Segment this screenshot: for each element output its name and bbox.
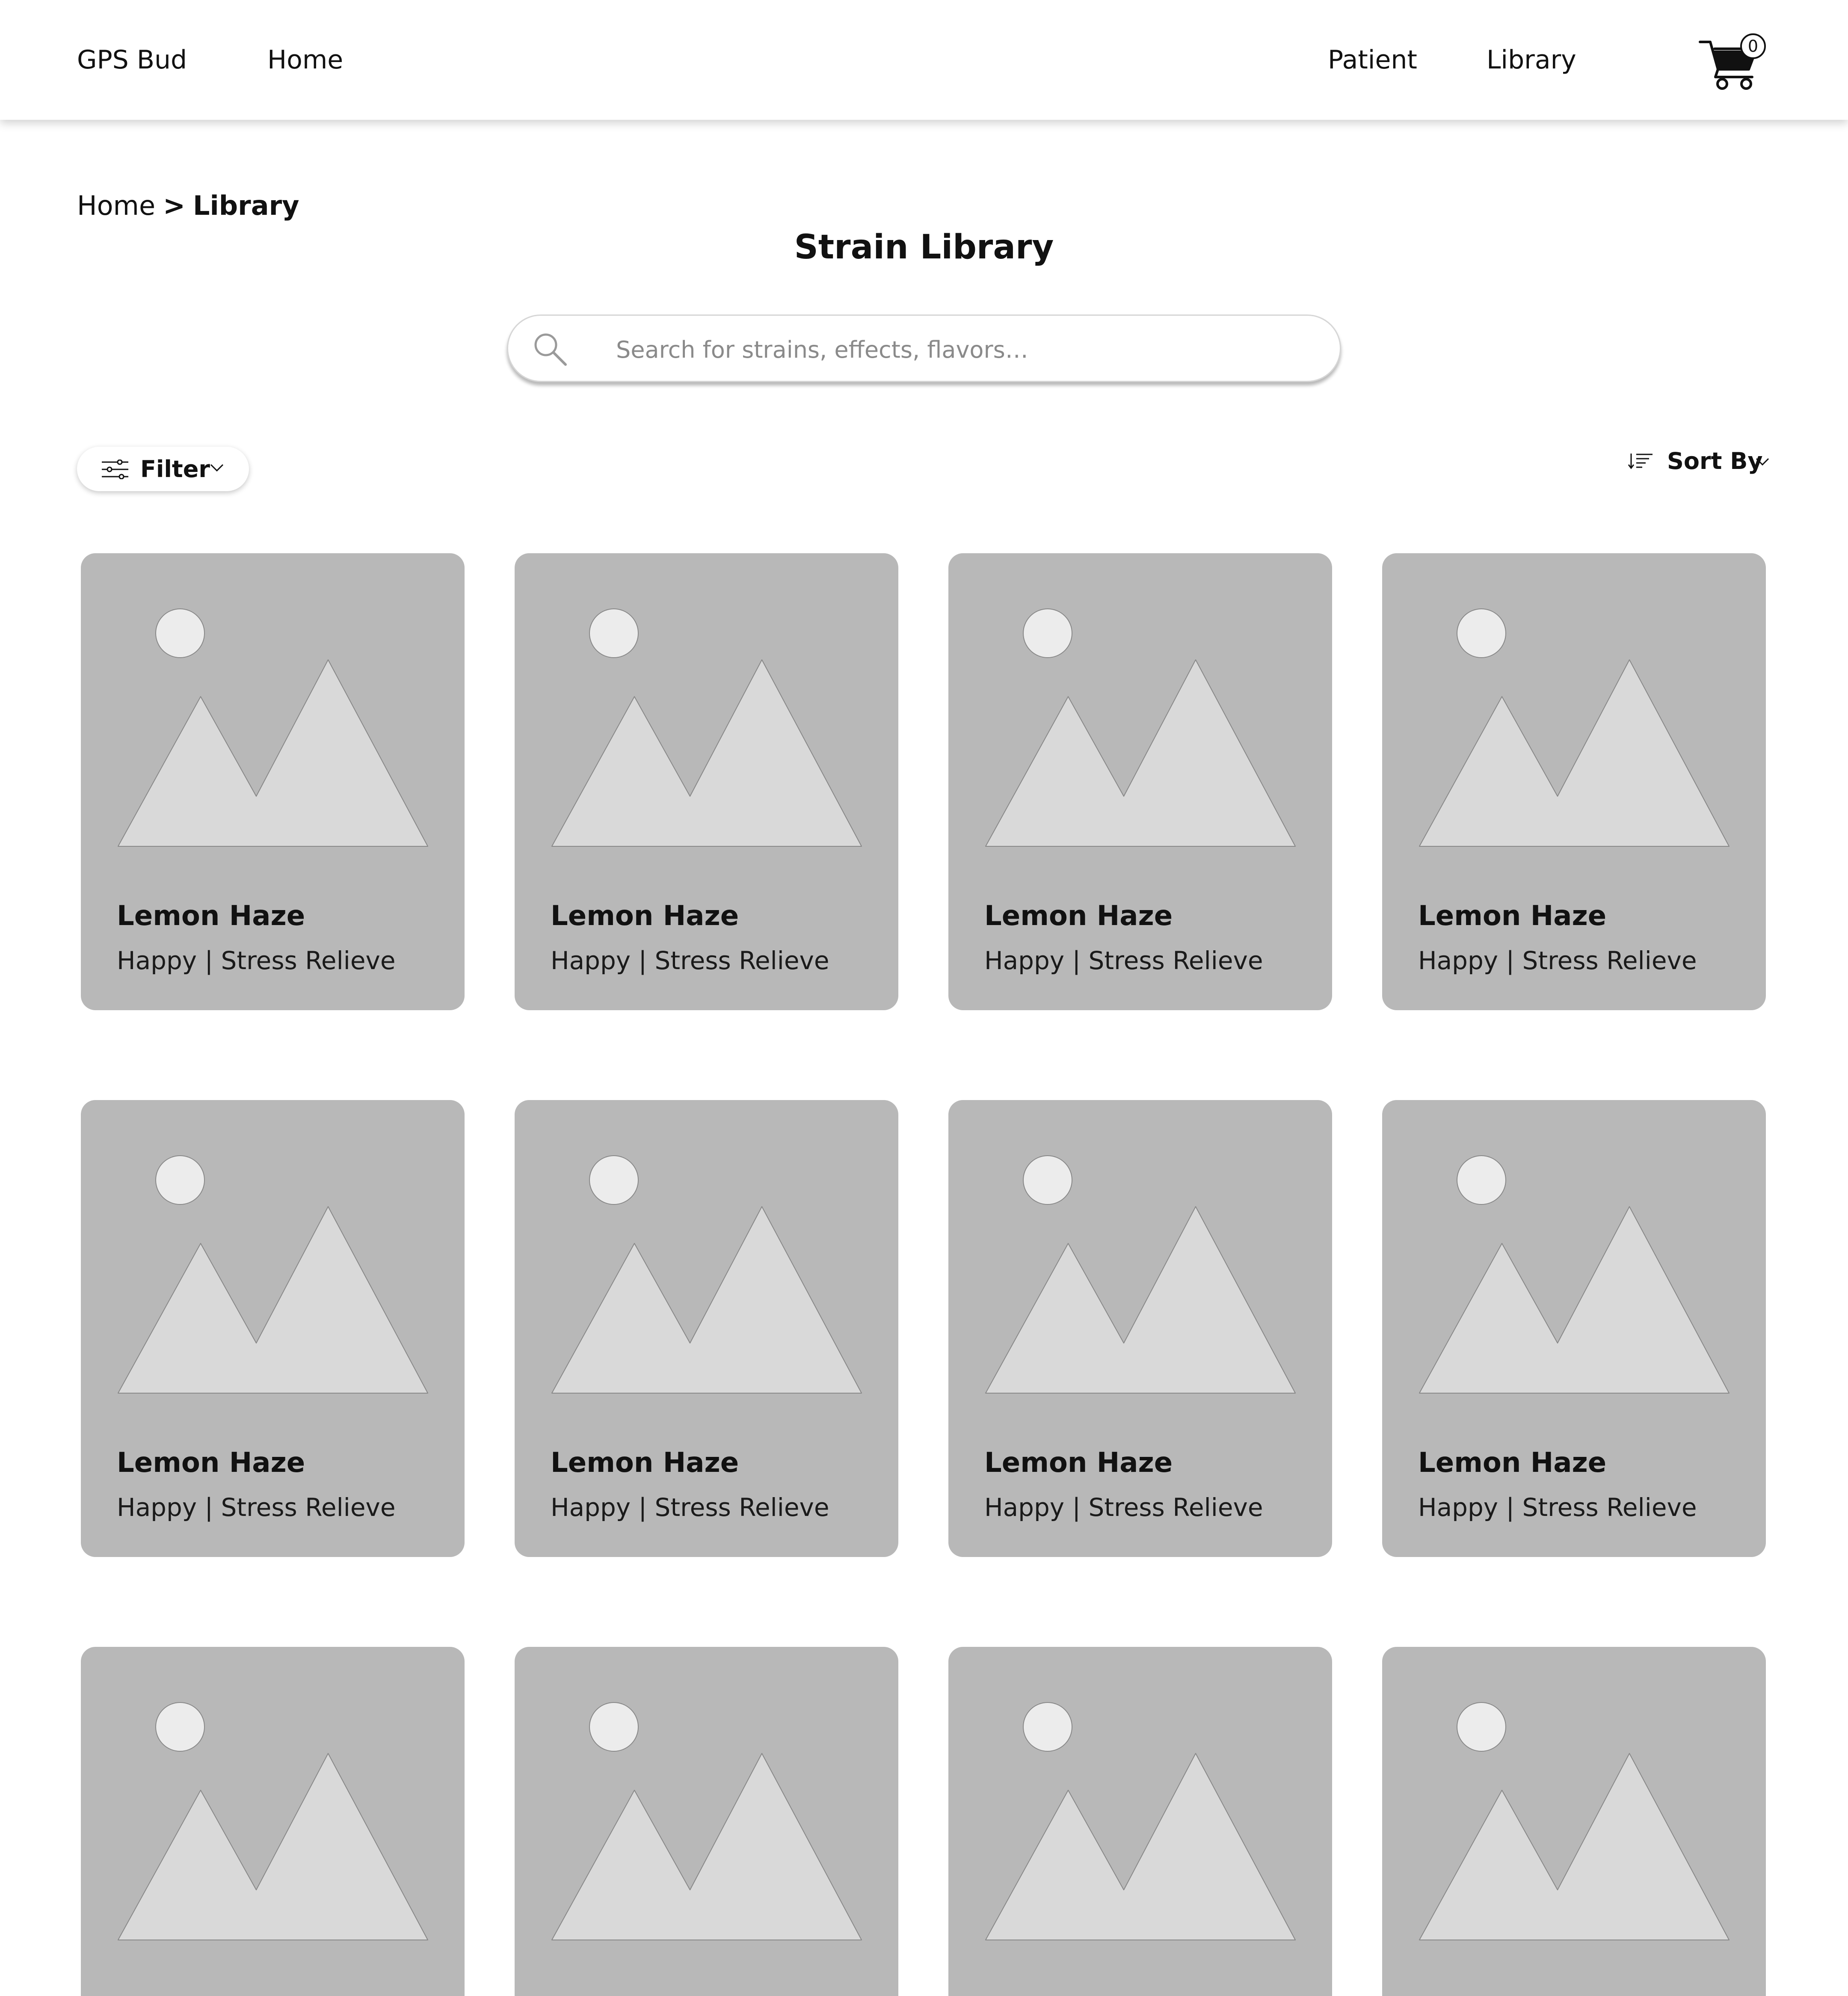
strain-name: Lemon Haze	[551, 1447, 739, 1479]
strain-card[interactable]: Lemon Haze Happy | Stress Relieve	[81, 1100, 465, 1557]
cart-count-badge: 0	[1740, 33, 1766, 59]
breadcrumb: Home > Library	[77, 187, 299, 224]
strain-card[interactable]	[948, 1647, 1332, 1996]
strain-name: Lemon Haze	[117, 900, 305, 932]
top-nav-bar: GPS Bud Home Patient Library 0	[0, 0, 1848, 120]
strain-name: Lemon Haze	[1418, 900, 1607, 932]
sort-button[interactable]: Sort By	[1628, 445, 1773, 479]
strain-effects: Happy | Stress Relieve	[984, 946, 1263, 975]
sort-label: Sort By	[1667, 448, 1763, 475]
strain-effects: Happy | Stress Relieve	[984, 1493, 1263, 1522]
nav-link-home[interactable]: Home	[267, 41, 343, 79]
image-placeholder-icon	[118, 608, 428, 847]
strain-name: Lemon Haze	[117, 1447, 305, 1479]
image-placeholder-icon	[551, 1702, 862, 1940]
breadcrumb-home-link[interactable]: Home	[77, 190, 155, 221]
nav-link-patient[interactable]: Patient	[1328, 41, 1417, 79]
strain-effects: Happy | Stress Relieve	[117, 1493, 396, 1522]
strain-card[interactable]: Lemon Haze Happy | Stress Relieve	[948, 553, 1332, 1010]
image-placeholder-icon	[118, 1702, 428, 1940]
strain-effects: Happy | Stress Relieve	[551, 946, 829, 975]
strain-name: Lemon Haze	[1418, 1447, 1607, 1479]
image-placeholder-icon	[1419, 608, 1730, 847]
sliders-icon	[102, 460, 128, 479]
image-placeholder-icon	[985, 1702, 1296, 1940]
image-placeholder-icon	[551, 1155, 862, 1394]
chevron-down-icon	[1756, 458, 1769, 466]
search-icon	[534, 333, 567, 366]
strain-card[interactable]: Lemon Haze Happy | Stress Relieve	[81, 553, 465, 1010]
chevron-down-icon	[210, 464, 224, 472]
search-bar	[507, 314, 1341, 382]
sort-icon	[1628, 454, 1653, 469]
image-placeholder-icon	[1419, 1702, 1730, 1940]
strain-name: Lemon Haze	[984, 1447, 1173, 1479]
brand-logo[interactable]: GPS Bud	[77, 41, 187, 79]
strain-card[interactable]: Lemon Haze Happy | Stress Relieve	[1382, 1100, 1766, 1557]
search-input[interactable]	[615, 329, 1310, 371]
strain-effects: Happy | Stress Relieve	[117, 946, 396, 975]
nav-link-library[interactable]: Library	[1487, 41, 1576, 79]
strain-card[interactable]: Lemon Haze Happy | Stress Relieve	[515, 553, 898, 1010]
page-title: Strain Library	[794, 228, 1054, 267]
strain-name: Lemon Haze	[551, 900, 739, 932]
image-placeholder-icon	[985, 608, 1296, 847]
strain-effects: Happy | Stress Relieve	[1418, 946, 1697, 975]
breadcrumb-separator: >	[163, 190, 186, 221]
strain-card[interactable]: Lemon Haze Happy | Stress Relieve	[515, 1100, 898, 1557]
strain-effects: Happy | Stress Relieve	[551, 1493, 829, 1522]
strain-card[interactable]	[81, 1647, 465, 1996]
strain-name: Lemon Haze	[984, 900, 1173, 932]
cart-button[interactable]: 0	[1698, 32, 1767, 92]
filter-label: Filter	[140, 456, 210, 483]
breadcrumb-current: Library	[193, 190, 299, 221]
strain-card[interactable]	[515, 1647, 898, 1996]
image-placeholder-icon	[1419, 1155, 1730, 1394]
image-placeholder-icon	[985, 1155, 1296, 1394]
strain-card[interactable]: Lemon Haze Happy | Stress Relieve	[1382, 553, 1766, 1010]
filter-button[interactable]: Filter	[77, 447, 249, 491]
image-placeholder-icon	[118, 1155, 428, 1394]
strain-card[interactable]	[1382, 1647, 1766, 1996]
image-placeholder-icon	[551, 608, 862, 847]
strain-effects: Happy | Stress Relieve	[1418, 1493, 1697, 1522]
strain-card[interactable]: Lemon Haze Happy | Stress Relieve	[948, 1100, 1332, 1557]
